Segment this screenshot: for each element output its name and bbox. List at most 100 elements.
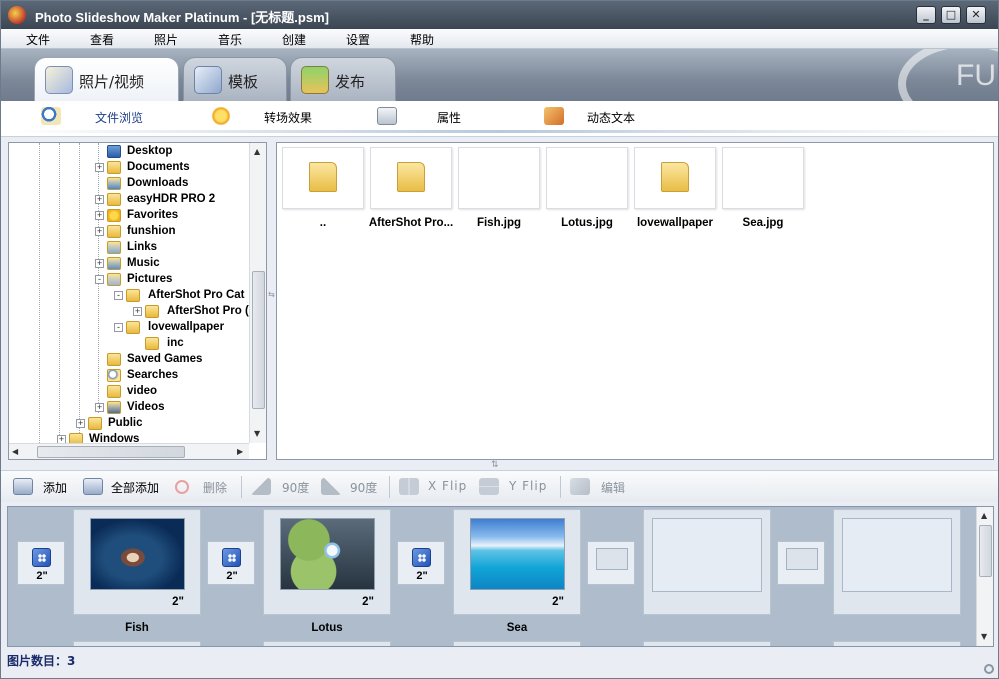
scroll-down-icon[interactable]: ▼ xyxy=(981,632,987,641)
folder-icon xyxy=(107,161,121,174)
searches-folder-icon xyxy=(107,369,121,382)
subtab-file-browse[interactable]: 文件浏览 xyxy=(41,107,151,127)
expand-icon[interactable]: + xyxy=(95,163,104,172)
storyboard[interactable]: 2" 2" Fish 2" 2" Lotus 2" 2" Sea ▲ ▼ xyxy=(7,506,994,647)
tree-vertical-scrollbar[interactable]: ▲ ▼ xyxy=(249,143,266,443)
scroll-up-icon[interactable]: ▲ xyxy=(254,147,260,156)
tab-photo-video[interactable]: 照片/视频 xyxy=(34,57,179,102)
tab-template[interactable]: 模板 xyxy=(183,57,287,101)
x-flip-button[interactable]: X Flip xyxy=(399,478,469,496)
delete-button[interactable]: 删除 xyxy=(173,478,233,496)
collapse-icon[interactable]: - xyxy=(114,323,123,332)
scroll-down-icon[interactable]: ▼ xyxy=(254,429,260,438)
lotus-slide-image xyxy=(280,518,375,590)
storyboard-toolbar: 添加 全部添加 删除 90度 90度 X Flip Y Flip 编辑 xyxy=(1,470,998,502)
menu-help[interactable]: 帮助 xyxy=(410,31,434,48)
close-button[interactable]: ✕ xyxy=(966,6,986,24)
maximize-button[interactable]: □ xyxy=(941,6,961,24)
tab-publish[interactable]: 发布 xyxy=(290,57,396,101)
empty-slide-slot[interactable] xyxy=(643,509,771,615)
collapse-icon[interactable]: - xyxy=(114,291,123,300)
scrollbar-thumb[interactable] xyxy=(252,271,265,409)
saved-games-folder-icon xyxy=(107,353,121,366)
file-item[interactable]: .. xyxy=(282,147,364,235)
delete-icon xyxy=(175,480,189,494)
folder-icon xyxy=(126,289,140,302)
transition-duration: 2" xyxy=(36,570,48,582)
zoom-icon[interactable] xyxy=(984,664,994,674)
horizontal-splitter[interactable]: ⇅ xyxy=(1,460,998,470)
subtab-transition[interactable]: 转场效果 xyxy=(211,107,321,127)
add-button[interactable]: 添加 xyxy=(13,478,73,496)
file-browser[interactable]: .. AfterShot Pro... Fish.jpg Lotus.jpg l… xyxy=(276,142,994,460)
expand-icon[interactable]: + xyxy=(95,403,104,412)
y-flip-button[interactable]: Y Flip xyxy=(479,478,549,496)
tree-horizontal-scrollbar[interactable]: ◀ ▶ xyxy=(9,443,249,459)
file-item[interactable]: lovewallpaper xyxy=(634,147,716,235)
menu-bar: 文件 查看 照片 音乐 创建 设置 帮助 xyxy=(1,29,998,49)
links-folder-icon xyxy=(107,241,121,254)
expand-icon[interactable]: + xyxy=(95,259,104,268)
file-item[interactable]: Sea.jpg xyxy=(722,147,804,235)
add-all-icon xyxy=(83,478,103,495)
slide-item[interactable]: 2" xyxy=(73,509,201,615)
slide-name: Sea xyxy=(506,622,528,634)
menu-settings[interactable]: 设置 xyxy=(346,31,370,48)
collapse-icon[interactable]: - xyxy=(95,275,104,284)
expand-icon[interactable]: + xyxy=(95,211,104,220)
folder-tree[interactable]: Desktop + Documents Downloads + easyHDR PR… xyxy=(8,142,267,460)
menu-create[interactable]: 创建 xyxy=(282,31,306,48)
subtab-properties[interactable]: 属性 xyxy=(377,107,467,127)
empty-transition-slot[interactable] xyxy=(587,541,635,585)
slide-item[interactable]: 2" xyxy=(453,509,581,615)
rotate-left-icon xyxy=(251,478,271,495)
template-icon xyxy=(194,66,222,94)
scrollbar-thumb[interactable] xyxy=(979,525,992,577)
photo-count-status: 图片数目：3 xyxy=(7,654,76,668)
expand-icon[interactable]: + xyxy=(133,307,142,316)
slide-item[interactable]: 2" xyxy=(263,509,391,615)
folder-icon xyxy=(145,305,159,318)
transition-dice-icon xyxy=(32,548,51,567)
subtab-dynamic-text[interactable]: 动态文本 xyxy=(544,107,654,127)
menu-photo[interactable]: 照片 xyxy=(154,31,178,48)
flip-horizontal-icon xyxy=(399,478,419,495)
expand-icon[interactable]: + xyxy=(76,419,85,428)
menu-file[interactable]: 文件 xyxy=(26,31,50,48)
folder-icon xyxy=(107,225,121,238)
photo-video-icon xyxy=(45,66,73,94)
tab-photo-video-label: 照片/视频 xyxy=(79,73,145,91)
expand-icon[interactable]: + xyxy=(95,195,104,204)
minimize-button[interactable]: _ xyxy=(916,6,936,24)
transition-item[interactable]: 2" xyxy=(397,541,445,585)
folder-icon xyxy=(309,162,337,192)
rotate-right-button[interactable]: 90度 xyxy=(321,478,381,496)
app-icon[interactable] xyxy=(8,6,26,24)
folder-icon xyxy=(661,162,689,192)
transition-item[interactable]: 2" xyxy=(17,541,65,585)
scroll-right-icon[interactable]: ▶ xyxy=(237,447,243,456)
file-item[interactable]: AfterShot Pro... xyxy=(369,147,453,235)
slide-duration: 2" xyxy=(552,596,564,608)
scroll-up-icon[interactable]: ▲ xyxy=(981,511,987,520)
storyboard-scrollbar[interactable]: ▲ ▼ xyxy=(976,507,993,646)
scroll-left-icon[interactable]: ◀ xyxy=(12,447,18,456)
active-subtab-indicator xyxy=(13,130,986,133)
vertical-splitter[interactable]: ⇆ xyxy=(267,142,276,460)
add-all-button[interactable]: 全部添加 xyxy=(83,478,165,496)
expand-icon[interactable]: + xyxy=(95,227,104,236)
subtab-file-browse-label: 文件浏览 xyxy=(95,111,144,125)
edit-icon xyxy=(570,478,590,495)
empty-slide-slot[interactable] xyxy=(833,509,961,615)
transition-item[interactable]: 2" xyxy=(207,541,255,585)
rotate-left-button[interactable]: 90度 xyxy=(251,478,311,496)
tab-template-label: 模板 xyxy=(228,73,259,91)
scrollbar-thumb[interactable] xyxy=(37,446,185,458)
menu-view[interactable]: 查看 xyxy=(90,31,114,48)
file-item[interactable]: Fish.jpg xyxy=(458,147,540,235)
subtab-dynamic-text-label: 动态文本 xyxy=(587,111,636,125)
edit-button[interactable]: 编辑 xyxy=(570,478,630,496)
menu-music[interactable]: 音乐 xyxy=(218,31,242,48)
empty-transition-slot[interactable] xyxy=(777,541,825,585)
file-item[interactable]: Lotus.jpg xyxy=(546,147,628,235)
